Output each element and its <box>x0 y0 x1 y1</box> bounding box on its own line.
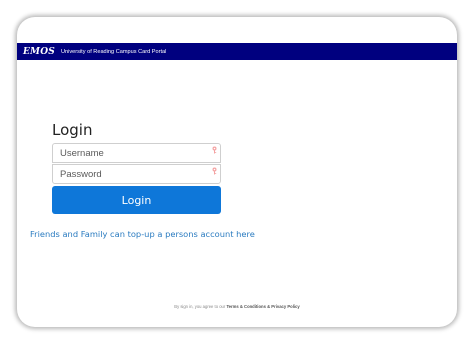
login-button[interactable]: Login <box>52 186 221 214</box>
family-topup-link[interactable]: Friends and Family can top-up a persons … <box>30 229 255 239</box>
footer-prefix: By sign in, you agree to our <box>174 304 226 309</box>
username-field[interactable]: Username <box>52 143 221 163</box>
portal-title: University of Reading Campus Card Portal <box>60 48 167 55</box>
login-heading: Login <box>52 121 93 139</box>
privacy-link[interactable]: Privacy Policy <box>271 304 299 309</box>
password-placeholder: Password <box>60 168 102 180</box>
username-placeholder: Username <box>60 147 104 159</box>
header-bar: EMOS University of Reading Campus Card P… <box>17 43 457 60</box>
portal-window: EMOS University of Reading Campus Card P… <box>17 17 457 327</box>
footer-disclaimer: By sign in, you agree to our Terms & Con… <box>17 304 457 309</box>
footer-ampersand: & <box>267 304 271 309</box>
key-icon[interactable] <box>211 167 218 175</box>
password-field[interactable]: Password <box>52 164 221 184</box>
emos-logo: EMOS <box>23 46 55 57</box>
key-icon[interactable] <box>211 146 218 154</box>
terms-link[interactable]: Terms & Conditions <box>226 304 265 309</box>
